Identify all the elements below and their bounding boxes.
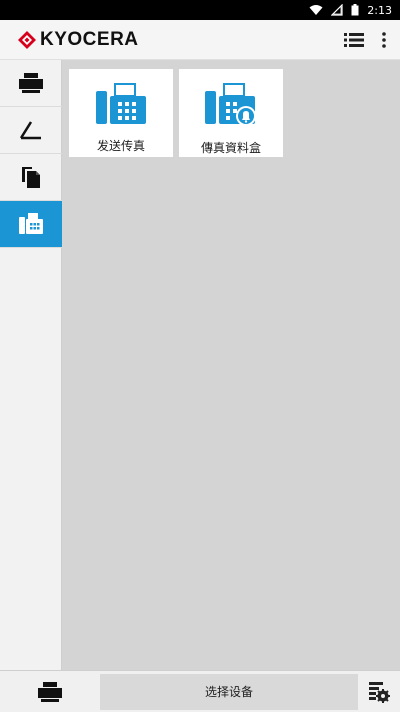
fax-icon xyxy=(19,213,43,234)
list-view-icon[interactable] xyxy=(344,32,364,48)
logo-text: KYOCERA xyxy=(40,28,139,50)
fax-send-icon xyxy=(96,83,146,129)
tile-label: 傳真資料盒 xyxy=(200,141,261,155)
battery-icon xyxy=(351,4,359,16)
sidebar-item-print[interactable] xyxy=(0,60,62,107)
sidebar xyxy=(0,60,62,670)
printer-icon xyxy=(19,73,43,93)
fax-box-icon xyxy=(205,83,257,131)
send-fax-tile[interactable]: 发送传真 xyxy=(69,69,173,157)
kyocera-logo: KYOCERA xyxy=(18,29,139,51)
kyocera-logo-mark-icon xyxy=(18,30,36,49)
fax-box-tile[interactable]: 傳真資料盒 xyxy=(179,69,283,157)
select-device-button[interactable]: 选择设备 xyxy=(100,673,358,710)
bottom-printer-button[interactable] xyxy=(0,671,100,712)
printer-icon xyxy=(38,681,62,702)
sidebar-item-copy[interactable] xyxy=(0,154,62,201)
sidebar-item-scan[interactable] xyxy=(0,107,62,154)
copy-icon xyxy=(22,167,40,188)
main-content: 发送传真 傳真資料盒 xyxy=(63,60,400,670)
status-bar: 2:13 xyxy=(0,0,400,20)
bottom-bar: 选择设备 xyxy=(0,670,400,712)
wifi-icon xyxy=(309,4,323,16)
sidebar-item-fax[interactable] xyxy=(0,201,62,248)
tile-label: 发送传真 xyxy=(96,139,145,153)
signal-icon xyxy=(331,4,343,16)
device-settings-icon xyxy=(369,681,390,703)
scanner-icon xyxy=(19,121,41,140)
status-time: 2:13 xyxy=(367,3,392,17)
app-bar: KYOCERA xyxy=(0,20,400,60)
more-vert-icon[interactable] xyxy=(382,31,386,48)
device-settings-button[interactable] xyxy=(358,671,400,712)
